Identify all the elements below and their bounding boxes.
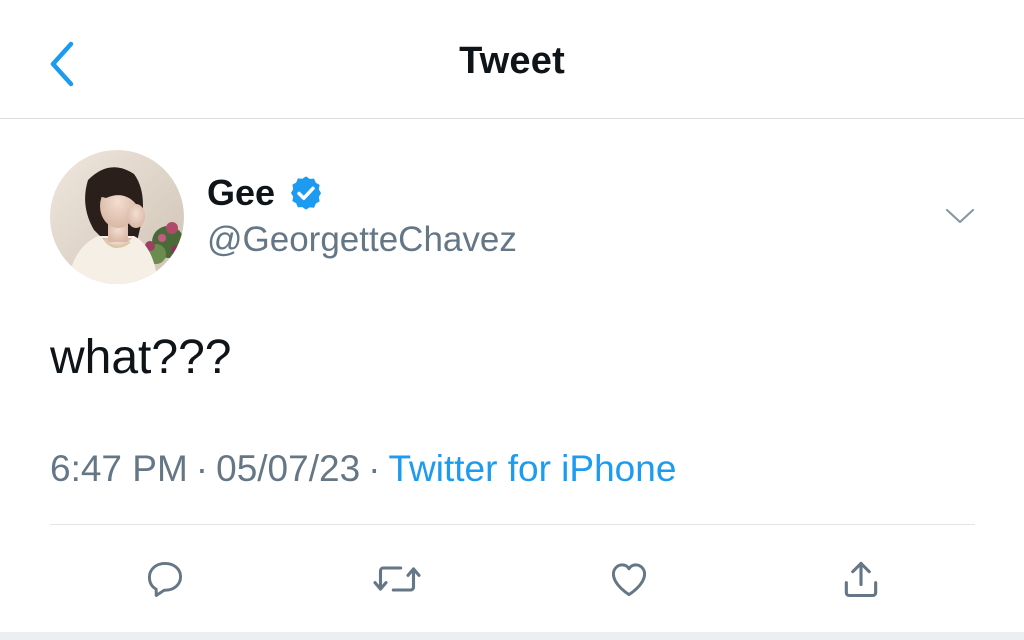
- page-title: Tweet: [459, 40, 565, 82]
- tweet-text: what???: [50, 331, 232, 384]
- tweet-source-link[interactable]: Twitter for iPhone: [388, 448, 676, 489]
- bottom-separator: [0, 632, 1024, 640]
- tweet-detail-screen: Tweet Gee @GeorgetteChavez what??? 6:47 …: [0, 0, 1024, 640]
- verified-badge-icon: [287, 174, 325, 212]
- meta-divider: [50, 524, 975, 525]
- author-name-row[interactable]: Gee: [207, 168, 325, 218]
- retweet-button[interactable]: [372, 554, 422, 604]
- header-divider: [0, 118, 1024, 119]
- reply-icon: [147, 561, 183, 597]
- nav-header: Tweet: [0, 0, 1024, 118]
- tweet-date: 05/07/23: [216, 448, 361, 489]
- tweet-meta: 6:47 PM · 05/07/23 · Twitter for iPhone: [50, 448, 676, 490]
- tweet-time: 6:47 PM: [50, 448, 188, 489]
- author-display-name: Gee: [207, 172, 276, 213]
- chevron-down-icon: [945, 208, 975, 224]
- author-handle[interactable]: @GeorgetteChavez: [207, 220, 517, 260]
- meta-separator: ·: [195, 448, 209, 489]
- more-options-button[interactable]: [940, 196, 980, 236]
- meta-separator-2: ·: [368, 448, 381, 489]
- reply-button[interactable]: [140, 554, 190, 604]
- share-icon: [844, 561, 878, 598]
- share-button[interactable]: [836, 554, 886, 604]
- like-button[interactable]: [604, 554, 654, 604]
- avatar[interactable]: [50, 150, 184, 284]
- heart-icon: [611, 563, 647, 597]
- avatar-photo: [50, 150, 184, 284]
- retweet-icon: [373, 566, 421, 592]
